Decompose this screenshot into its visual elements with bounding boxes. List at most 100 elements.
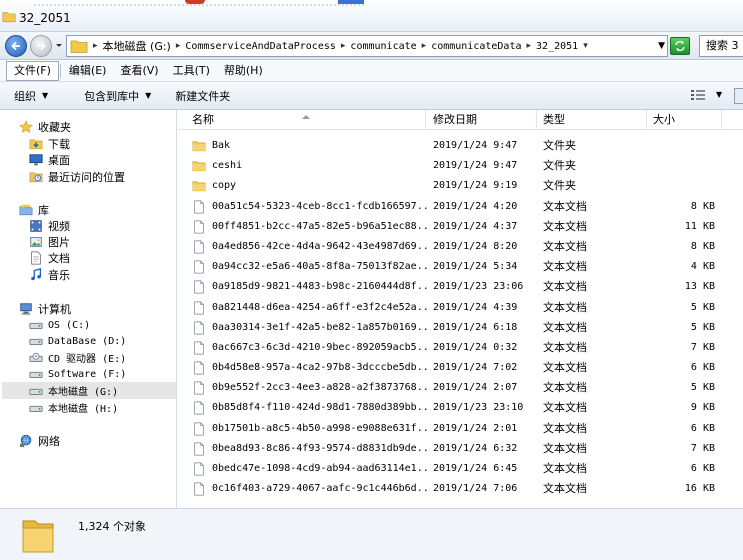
file-row[interactable]: 0b85d8f4-f110-424d-98d1-7880d389bb... 201… [178,398,743,418]
address-bar[interactable]: ▸ 本地磁盘 (G:) ▸ CommserviceAndDataProcess … [66,35,668,57]
view-dropdown-icon[interactable]: ▼ [716,90,722,99]
nav-drive-c[interactable]: OS (C:) [28,318,90,332]
help-button[interactable] [734,88,743,104]
menu-edit[interactable]: 编辑(E) [62,62,114,80]
text-document-icon [194,361,204,375]
search-input[interactable]: 搜索 3 [699,35,743,57]
nav-network[interactable]: 网络 [18,433,60,449]
documents-icon [31,251,41,265]
column-headers: 名称 修改日期 类型 大小 [178,110,743,130]
breadcrumb-separator-icon[interactable]: ▸ [527,41,532,51]
nav-favorites[interactable]: 收藏夹 [18,119,71,135]
file-row[interactable]: 0a94cc32-e5a6-40a5-8f8a-75013f82ae... 201… [178,257,743,277]
file-row[interactable]: 0bedc47e-1098-4cd9-ab94-aad63114e1... 201… [178,459,743,479]
file-row[interactable]: 0c16f403-a729-4067-aafc-9c1c446b6d... 201… [178,479,743,499]
file-size: 8 KB [690,200,715,212]
file-row[interactable]: 0aa30314-3e1f-42a5-be82-1a857b0169... 201… [178,318,743,338]
file-row[interactable]: 0ac667c3-6c3d-4210-9bec-892059acb5... 201… [178,338,743,358]
nav-libraries[interactable]: 库 [18,202,49,218]
menu-file[interactable]: 文件(F) [6,61,59,81]
navigation-pane[interactable]: 收藏夹 下载 桌面 最近访问的位置 库 视频 图片 文档 音乐 计算机 OS (… [0,110,177,508]
file-name-cell: 00a51c54-5323-4ceb-8cc1-fcdb166597... [192,197,430,217]
nav-videos[interactable]: 视频 [28,218,70,234]
column-header-name[interactable]: 名称 [186,110,426,130]
nav-drive-f[interactable]: Software (F:) [28,367,126,381]
file-name-cell: 0b85d8f4-f110-424d-98d1-7880d389bb... [192,398,430,418]
breadcrumb-folder[interactable]: CommserviceAndDataProcess [185,41,336,52]
refresh-button[interactable] [670,37,690,55]
file-row[interactable]: Bak 2019/1/24 9:47 文件夹 [178,136,743,156]
file-modified: 2019/1/24 7:06 [433,483,518,495]
nav-desktop[interactable]: 桌面 [28,152,70,168]
file-row[interactable]: 0b17501b-a8c5-4b50-a998-e9088e631f... 201… [178,419,743,439]
drive-icon [29,371,43,378]
file-row[interactable]: 00ff4851-b2cc-47a5-82e5-b96a51ec88... 201… [178,217,743,237]
column-header-modified[interactable]: 修改日期 [427,110,537,130]
file-row[interactable]: 0b9e552f-2cc3-4ee3-a828-a2f3873768... 201… [178,378,743,398]
nav-music[interactable]: 音乐 [28,267,70,283]
file-row[interactable]: ceshi 2019/1/24 9:47 文件夹 [178,156,743,176]
new-folder-button[interactable]: 新建文件夹 [167,88,238,104]
file-row[interactable]: 00a51c54-5323-4ceb-8cc1-fcdb166597... 201… [178,197,743,217]
breadcrumb-folder[interactable]: communicate [350,41,416,52]
menu-divider [59,64,61,78]
nav-pictures[interactable]: 图片 [28,234,70,250]
menu-tools[interactable]: 工具(T) [166,62,217,80]
nav-item-label: 视频 [48,220,70,233]
file-name-cell: 0bedc47e-1098-4cd9-ab94-aad63114e1... [192,459,430,479]
title-bar[interactable]: 32_2051 [0,0,743,32]
file-row[interactable]: 0a821448-d6ea-4254-a6ff-e3f2c4e52a... 201… [178,298,743,318]
file-row[interactable]: 0bea8d93-8c86-4f93-9574-d8831db9de... 201… [178,439,743,459]
recent-pages-dropdown-icon[interactable] [55,42,63,50]
breadcrumb-separator-icon[interactable]: ▾ [583,41,588,51]
file-row[interactable]: 0b4d58e8-957a-4ca2-97b8-3dcccbe5db... 201… [178,358,743,378]
organize-label: 组织 [14,89,36,103]
drive-label: OS (C:) [48,319,91,331]
nav-documents[interactable]: 文档 [28,250,70,266]
menu-help[interactable]: 帮助(H) [217,62,270,80]
address-row: ▸ 本地磁盘 (G:) ▸ CommserviceAndDataProcess … [0,32,743,60]
file-modified: 2019/1/24 2:07 [433,382,518,394]
file-type: 文本文档 [543,441,587,455]
column-header-size[interactable]: 大小 [647,110,722,130]
command-bar: 组织 ▼ 包含到库中 ▼ 新建文件夹 ▼ [0,82,743,110]
pictures-icon [30,237,42,247]
file-row[interactable]: 0a9185d9-9821-4483-b98c-2160444d8f... 201… [178,277,743,297]
view-options-icon[interactable] [690,88,706,102]
file-name-cell: 00ff4851-b2cc-47a5-82e5-b96a51ec88... [192,217,430,237]
file-row[interactable]: 0a4ed856-42ce-4d4a-9642-43e4987d69... 201… [178,237,743,257]
address-history-dropdown-icon[interactable]: ▼ [658,41,665,51]
nav-downloads[interactable]: 下载 [28,136,70,152]
item-count: 1,324 个对象 [78,520,146,533]
menu-view[interactable]: 查看(V) [113,62,165,80]
nav-drive-e[interactable]: CD 驱动器 (E:) [28,350,126,365]
nav-recent-places[interactable]: 最近访问的位置 [28,169,125,185]
file-row[interactable]: copy 2019/1/24 9:19 文件夹 [178,176,743,196]
nav-drive-d[interactable]: DataBase (D:) [28,334,126,348]
breadcrumb-current[interactable]: 32_2051 [536,41,578,52]
file-size: 16 KB [684,483,715,495]
file-type: 文本文档 [543,320,587,334]
breadcrumb-separator-icon[interactable]: ▸ [93,41,98,51]
include-in-library-button[interactable]: 包含到库中 ▼ [76,88,159,104]
file-name: 0b9e552f-2cc3-4ee3-a828-a2f3873768... [212,382,430,394]
file-list[interactable]: 名称 修改日期 类型 大小 Bak 2019/1/24 9:47 文件夹 ceshi 2… [178,110,743,508]
column-header-type[interactable]: 类型 [537,110,647,130]
file-modified: 2019/1/24 5:34 [433,261,518,273]
nav-computer[interactable]: 计算机 [18,301,71,317]
text-document-icon [194,260,204,274]
forward-button[interactable] [30,35,52,57]
breadcrumb-separator-icon[interactable]: ▸ [341,41,346,51]
breadcrumb-folder[interactable]: communicateData [431,41,521,52]
breadcrumb-separator-icon[interactable]: ▸ [422,41,427,51]
nav-drive-h[interactable]: 本地磁盘 (H:) [28,400,118,415]
library-icon [19,204,33,216]
file-type: 文本文档 [543,421,587,435]
breadcrumb-drive[interactable]: 本地磁盘 (G:) [103,38,171,54]
organize-button[interactable]: 组织 ▼ [6,88,56,104]
back-button[interactable] [5,35,27,57]
breadcrumb-separator-icon[interactable]: ▸ [176,41,181,51]
file-modified: 2019/1/24 6:45 [433,463,518,474]
nav-drive-g-selected[interactable]: 本地磁盘 (G:) [2,382,176,399]
file-modified: 2019/1/24 4:39 [433,301,518,313]
